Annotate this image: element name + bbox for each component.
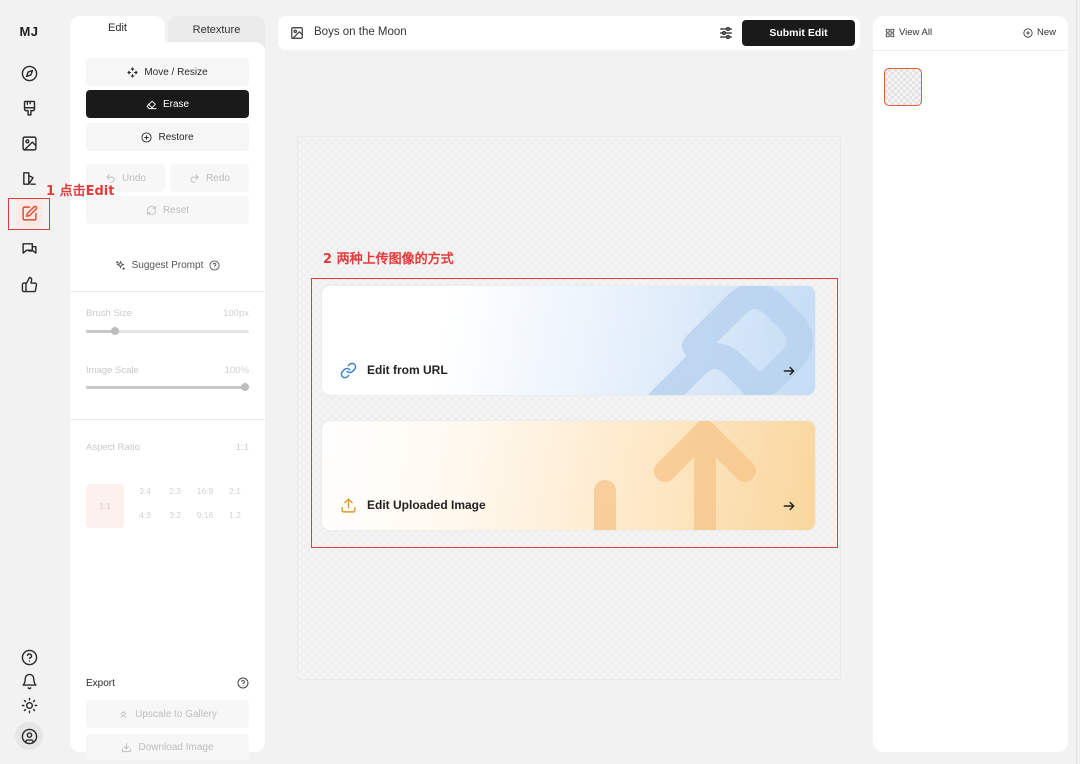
history-header: View All New (873, 16, 1068, 51)
redo-icon (190, 173, 199, 183)
export-label: Export (86, 678, 115, 689)
document-title[interactable]: Boys on the Moon (314, 26, 407, 38)
panel-body: Move / Resize Erase Restore Undo Redo Re… (70, 42, 265, 760)
submit-edit-button[interactable]: Submit Edit (742, 20, 855, 46)
aspect-ratio-option[interactable]: 2:3 (160, 486, 190, 496)
plus-circle-icon (141, 131, 153, 143)
aspect-ratio-option[interactable]: 9:16 (190, 510, 220, 520)
aspect-ratio-option[interactable]: 1:2 (220, 510, 250, 520)
upscale-to-gallery-button[interactable]: Upscale to Gallery (86, 700, 249, 728)
aspect-ratio-value: 1:1 (235, 442, 249, 453)
image-scale-label: Image Scale (86, 365, 139, 376)
eraser-icon (146, 100, 157, 109)
divider (70, 291, 265, 292)
app-logo[interactable]: MJ (0, 24, 58, 39)
help-icon[interactable] (209, 260, 220, 271)
erase-button[interactable]: Erase (86, 90, 249, 118)
grid-icon (885, 28, 895, 37)
panel-tabs: Edit Retexture (70, 16, 265, 46)
aspect-ratio-label: Aspect Ratio (86, 442, 140, 453)
sidebar-item-explore[interactable] (15, 59, 43, 87)
brush-size-slider[interactable] (86, 327, 249, 335)
annotation-step-1: 1 点击Edit (46, 184, 115, 199)
new-label: New (1036, 27, 1056, 38)
aspect-ratio-options: 3:4 2:3 16:9 2:1 4:3 3:2 9:16 1:2 (130, 486, 250, 520)
image-scale-slider[interactable] (86, 383, 249, 391)
slider-fill (86, 386, 249, 389)
double-chevron-up-icon (120, 710, 127, 718)
move-resize-label: Move / Resize (144, 66, 208, 78)
view-all-label: View All (899, 27, 933, 38)
brush-size-label: Brush Size (86, 308, 132, 319)
annotation-box-edit (8, 198, 50, 230)
history-panel: View All New (873, 16, 1068, 752)
thumbs-up-icon (21, 276, 37, 292)
suggest-prompt-button[interactable]: Suggest Prompt (70, 260, 265, 271)
redo-label: Redo (206, 172, 230, 184)
aspect-ratio-option[interactable]: 4:3 (130, 510, 160, 520)
new-button[interactable]: New (1023, 27, 1056, 38)
suggest-prompt-label: Suggest Prompt (131, 260, 204, 271)
download-label: Download Image (138, 741, 214, 753)
chat-icon (21, 242, 37, 254)
restore-label: Restore (158, 131, 194, 143)
sidebar-item-theme[interactable] (15, 691, 43, 719)
shapes-icon (22, 171, 36, 185)
image-icon (291, 27, 303, 39)
window-edge (1076, 0, 1077, 764)
restore-button[interactable]: Restore (86, 123, 249, 151)
sidebar-item-account[interactable] (15, 722, 43, 750)
aspect-ratio-option[interactable]: 2:1 (220, 486, 250, 496)
divider (70, 419, 265, 420)
paintbrush-icon (23, 100, 35, 116)
aspect-ratio-option[interactable]: 3:4 (130, 486, 160, 496)
aspect-ratio-selected[interactable]: 1:1 (86, 484, 124, 528)
slider-knob[interactable] (111, 327, 120, 335)
slider-knob[interactable] (241, 383, 249, 391)
annotation-step-2: 2 两种上传图像的方式 (323, 252, 454, 267)
reset-button[interactable]: Reset (86, 196, 249, 224)
help-icon (21, 649, 37, 665)
bell-icon (21, 673, 37, 689)
sidebar-item-rate[interactable] (15, 270, 43, 298)
sidebar-item-images[interactable] (15, 129, 43, 157)
undo-label: Undo (122, 172, 146, 184)
history-thumbnail[interactable] (884, 68, 922, 106)
redo-button[interactable]: Redo (170, 164, 249, 192)
settings-sliders-icon[interactable] (718, 25, 734, 41)
view-all-button[interactable]: View All (885, 27, 932, 38)
sidebar-item-create[interactable] (15, 94, 43, 122)
help-icon[interactable] (237, 677, 249, 689)
brush-size-value: 100px (223, 308, 249, 319)
sun-icon (21, 697, 37, 713)
aspect-ratio-option[interactable]: 16:9 (190, 486, 220, 496)
sparkle-icon (115, 260, 125, 271)
user-icon (21, 728, 37, 744)
editor-topbar: Boys on the Moon Submit Edit (278, 16, 860, 50)
sidebar-item-chat[interactable] (15, 235, 43, 263)
edit-tool-panel: Edit Retexture Move / Resize Erase Resto… (70, 16, 265, 760)
image-scale-value: 100% (224, 365, 249, 376)
move-resize-button[interactable]: Move / Resize (86, 58, 249, 86)
download-icon (122, 742, 132, 752)
move-icon (127, 66, 138, 78)
aspect-ratio-option[interactable]: 3:2 (160, 510, 190, 520)
upscale-label: Upscale to Gallery (135, 708, 217, 720)
sidebar-item-organize[interactable] (15, 164, 43, 192)
compass-icon (21, 65, 37, 81)
refresh-icon (146, 205, 157, 215)
image-icon (21, 135, 37, 151)
download-image-button[interactable]: Download Image (86, 734, 249, 760)
plus-circle-icon (1023, 27, 1033, 38)
erase-label: Erase (162, 98, 190, 110)
annotation-box-upload-options (311, 278, 838, 548)
sidebar-nav: MJ (0, 0, 58, 764)
reset-label: Reset (162, 204, 190, 216)
